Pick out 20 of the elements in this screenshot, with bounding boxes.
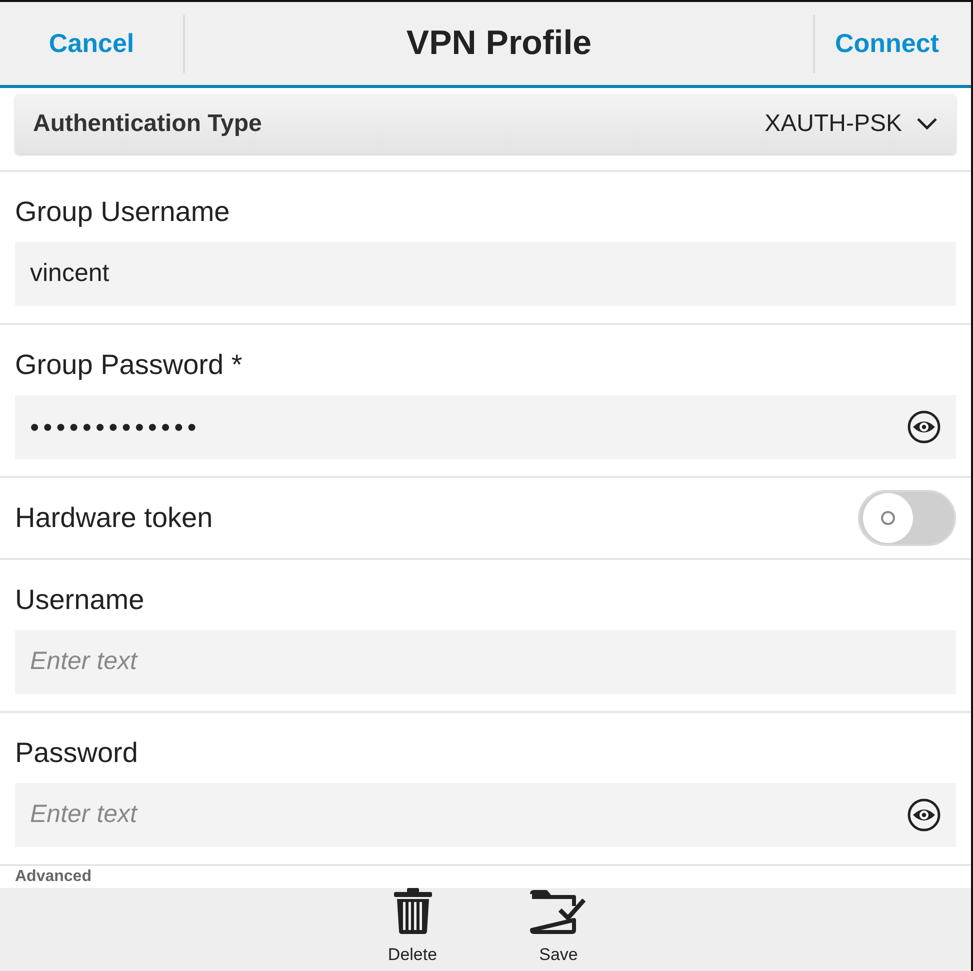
field-value: ••••••••••••• — [30, 410, 202, 444]
field-placeholder: Enter text — [30, 646, 139, 677]
toolbar-button[interactable]: Delete — [370, 888, 456, 967]
eye-icon[interactable] — [907, 798, 941, 832]
window-title: VPN Profile — [406, 23, 592, 64]
row-label: Hardware token — [15, 500, 213, 535]
input-field[interactable]: vincent — [15, 242, 956, 306]
field-label: Group Password * — [15, 348, 244, 382]
field-label: Group Username — [15, 195, 231, 229]
eye-icon[interactable] — [907, 410, 941, 444]
folder-check-icon — [530, 890, 588, 934]
authentication-type-dropdown[interactable]: Authentication Type XAUTH-PSK — [15, 94, 956, 154]
field-label: Username — [15, 582, 146, 616]
chevron-down-icon — [916, 117, 938, 131]
field-placeholder: Enter text — [30, 798, 139, 830]
toolbar-button[interactable]: Save — [516, 890, 602, 967]
field-label: Password — [15, 736, 139, 770]
field-value: vincent — [30, 258, 110, 290]
input-field[interactable]: ••••••••••••• — [15, 395, 956, 459]
section-heading: Advanced — [15, 866, 92, 886]
